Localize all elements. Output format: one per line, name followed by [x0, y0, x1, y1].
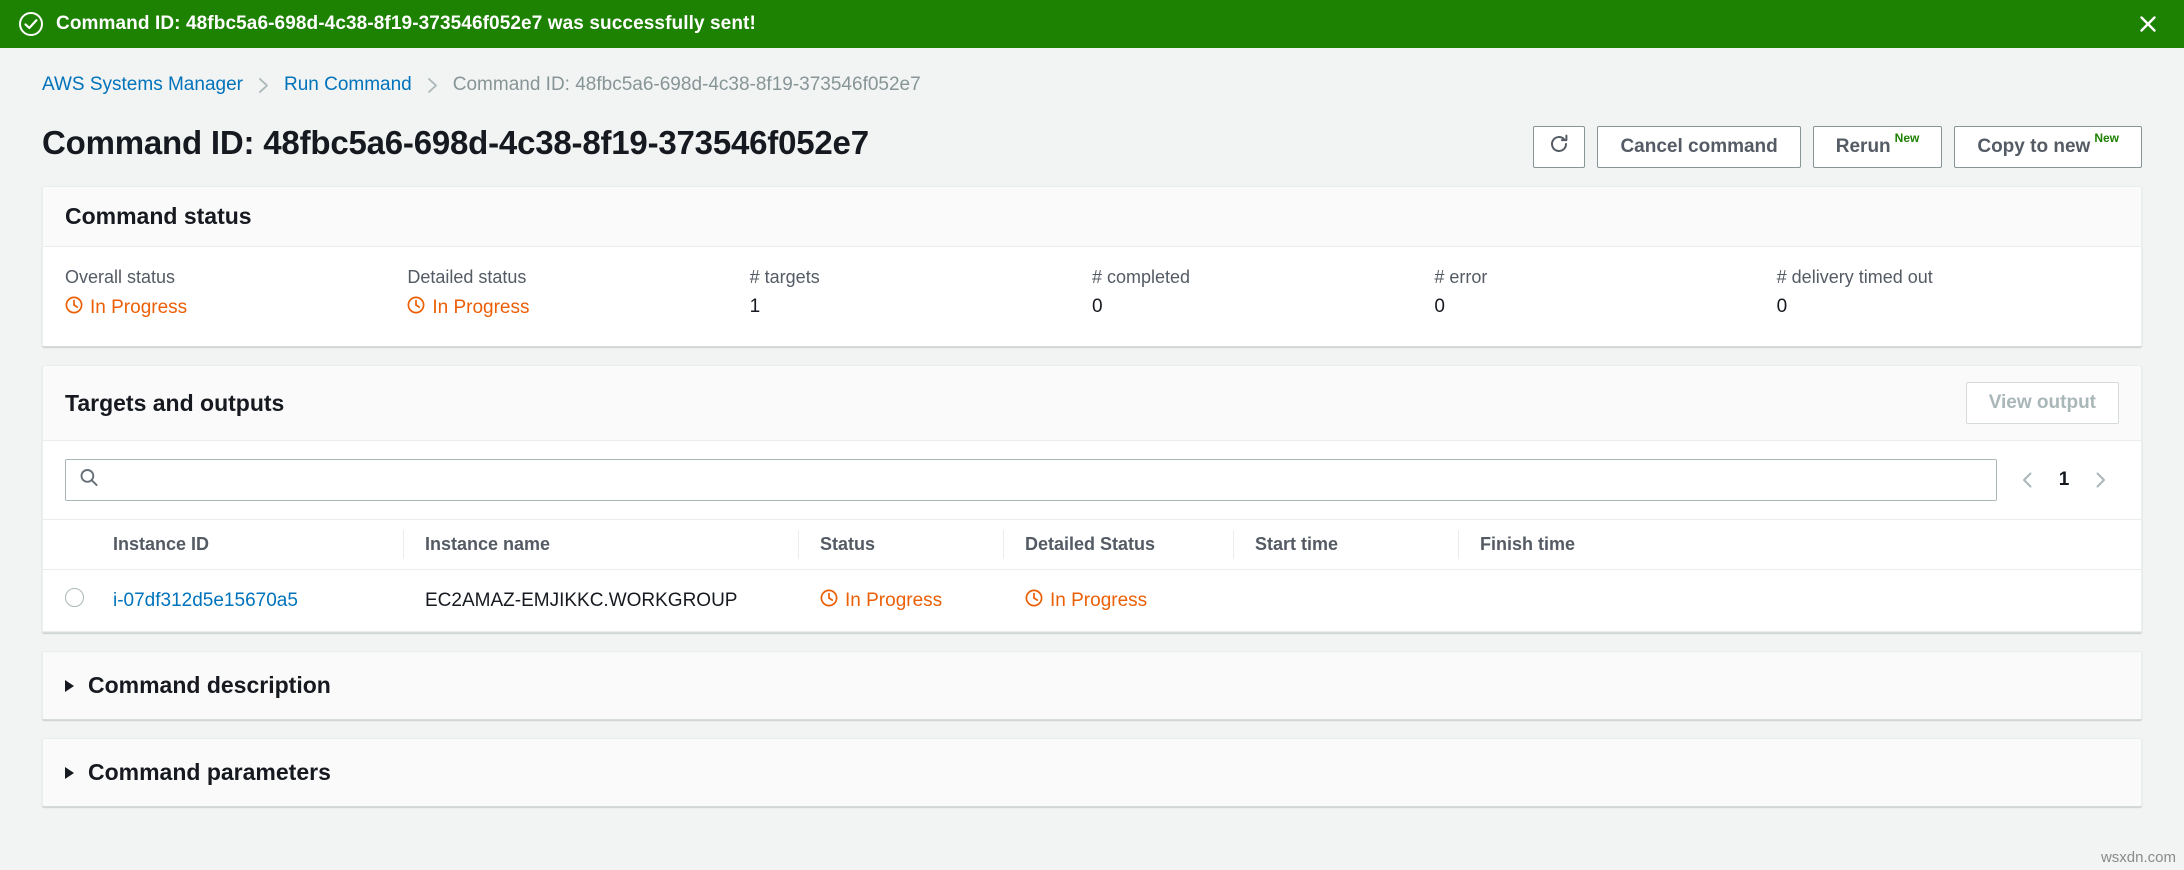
run-command-detail-page: Command ID: 48fbc5a6-698d-4c38-8f19-3735…	[0, 0, 2184, 870]
cancel-command-button[interactable]: Cancel command	[1597, 126, 1801, 168]
column-instance-name[interactable]: Instance name	[403, 519, 798, 570]
status-field-overall: Overall status In Progress	[65, 267, 407, 320]
column-status[interactable]: Status	[798, 519, 1003, 570]
status-text: In Progress	[845, 589, 943, 611]
table-header-row: Instance ID Instance name Status Detaile…	[43, 519, 2141, 570]
new-badge: New	[1894, 131, 1920, 145]
command-parameters-title: Command parameters	[88, 759, 331, 785]
view-output-label: View output	[1988, 392, 2096, 413]
refresh-button[interactable]	[1533, 126, 1586, 168]
page-number[interactable]: 1	[2057, 469, 2071, 491]
cell-finish-time	[1458, 569, 2141, 632]
status-field-targets: # targets 1	[750, 267, 1092, 320]
clock-icon	[65, 296, 83, 320]
status-badge: In Progress	[65, 296, 187, 320]
view-output-button[interactable]: View output	[1965, 382, 2119, 424]
watermark: wsxdn.com	[2100, 849, 2176, 866]
status-text: In Progress	[432, 297, 530, 318]
status-label: # error	[1434, 267, 1488, 287]
status-value: In Progress	[407, 296, 749, 320]
breadcrumb-item-run-command[interactable]: Run Command	[284, 74, 412, 96]
status-label: # completed	[1092, 267, 1191, 287]
copy-to-new-button[interactable]: Copy to new New	[1954, 126, 2142, 168]
copy-to-new-label: Copy to new	[1977, 136, 2091, 157]
status-badge: In Progress	[820, 589, 942, 613]
column-detailed-status[interactable]: Detailed Status	[1003, 519, 1233, 570]
caret-right-icon	[65, 679, 74, 692]
targets-table-body: i-07df312d5e15670a5 EC2AMAZ-EMJIKKC.WORK…	[43, 569, 2141, 632]
command-description-section[interactable]: Command description	[42, 651, 2142, 720]
refresh-icon	[1548, 133, 1570, 161]
status-label: Detailed status	[407, 267, 527, 287]
status-badge: In Progress	[1025, 589, 1147, 613]
cell-instance-id: i-07df312d5e15670a5	[113, 569, 403, 632]
status-label: Overall status	[65, 267, 176, 287]
status-label: # targets	[749, 267, 820, 287]
command-status-grid: Overall status In Progress Detailed stat…	[43, 247, 2141, 346]
flash-message: Command ID: 48fbc5a6-698d-4c38-8f19-3735…	[56, 13, 756, 34]
breadcrumb-item-systems-manager[interactable]: AWS Systems Manager	[42, 74, 243, 96]
cell-detailed-status: In Progress	[1003, 569, 1233, 632]
command-status-header: Command status	[43, 187, 2141, 247]
row-select-cell	[43, 569, 113, 632]
close-icon[interactable]	[2134, 10, 2162, 38]
new-badge: New	[2094, 131, 2119, 145]
check-circle-icon	[18, 11, 44, 37]
row-radio-button[interactable]	[65, 588, 84, 607]
clock-icon	[407, 296, 425, 320]
command-status-card: Command status Overall status In Progres…	[42, 186, 2142, 347]
status-text: In Progress	[1050, 589, 1148, 611]
cell-instance-name: EC2AMAZ-EMJIKKC.WORKGROUP	[403, 569, 798, 632]
clock-icon	[1025, 589, 1043, 613]
pagination: 1	[2015, 467, 2119, 493]
status-field-completed: # completed 0	[1092, 267, 1434, 320]
instance-id-link[interactable]: i-07df312d5e15670a5	[113, 590, 298, 611]
success-flash-banner: Command ID: 48fbc5a6-698d-4c38-8f19-3735…	[0, 0, 2184, 48]
cancel-command-label: Cancel command	[1620, 136, 1778, 157]
status-value: 0	[1776, 296, 1788, 317]
page-title: Command ID: 48fbc5a6-698d-4c38-8f19-3735…	[42, 124, 869, 161]
chevron-right-icon	[426, 76, 439, 95]
targets-and-outputs-card: Targets and outputs View output 1 Instan…	[42, 365, 2142, 633]
breadcrumb: AWS Systems Manager Run Command Command …	[0, 48, 2184, 96]
rerun-button[interactable]: Rerun New	[1812, 126, 1943, 168]
command-description-title: Command description	[88, 672, 331, 698]
chevron-right-icon	[257, 76, 270, 95]
status-value: 0	[1092, 296, 1103, 317]
column-instance-id[interactable]: Instance ID	[113, 519, 403, 570]
status-field-delivery-timed-out: # delivery timed out 0	[1777, 267, 2119, 320]
status-label: # delivery timed out	[1776, 267, 1933, 287]
command-parameters-section[interactable]: Command parameters	[42, 738, 2142, 807]
status-text: In Progress	[90, 297, 188, 318]
column-select	[43, 519, 113, 570]
header-actions: Cancel command Rerun New Copy to new New	[1533, 118, 2142, 168]
status-value: 0	[1434, 296, 1445, 317]
clock-icon	[820, 589, 838, 613]
rerun-label: Rerun	[1835, 136, 1891, 157]
targets-table: Instance ID Instance name Status Detaile…	[43, 519, 2141, 632]
chevron-right-icon[interactable]	[2087, 467, 2113, 493]
breadcrumb-item-current: Command ID: 48fbc5a6-698d-4c38-8f19-3735…	[452, 74, 921, 95]
page-header: Command ID: 48fbc5a6-698d-4c38-8f19-3735…	[0, 96, 2184, 168]
targets-table-head: Instance ID Instance name Status Detaile…	[43, 519, 2141, 570]
targets-header: Targets and outputs View output	[43, 366, 2141, 441]
targets-title: Targets and outputs	[65, 389, 285, 416]
status-value: 1	[749, 296, 761, 317]
cell-start-time	[1233, 569, 1458, 632]
status-field-detailed: Detailed status In Progress	[407, 267, 749, 320]
command-status-title: Command status	[65, 203, 252, 229]
column-start-time[interactable]: Start time	[1233, 519, 1458, 570]
cell-status: In Progress	[798, 569, 1003, 632]
table-row[interactable]: i-07df312d5e15670a5 EC2AMAZ-EMJIKKC.WORK…	[43, 569, 2141, 632]
status-field-error: # error 0	[1434, 267, 1776, 320]
chevron-left-icon[interactable]	[2015, 467, 2041, 493]
status-value: In Progress	[65, 296, 407, 320]
caret-right-icon	[65, 766, 74, 779]
search-input[interactable]	[65, 459, 1997, 501]
column-finish-time[interactable]: Finish time	[1458, 519, 2141, 570]
search-field	[65, 459, 1997, 501]
status-badge: In Progress	[407, 296, 529, 320]
targets-toolbar: 1	[43, 441, 2141, 519]
